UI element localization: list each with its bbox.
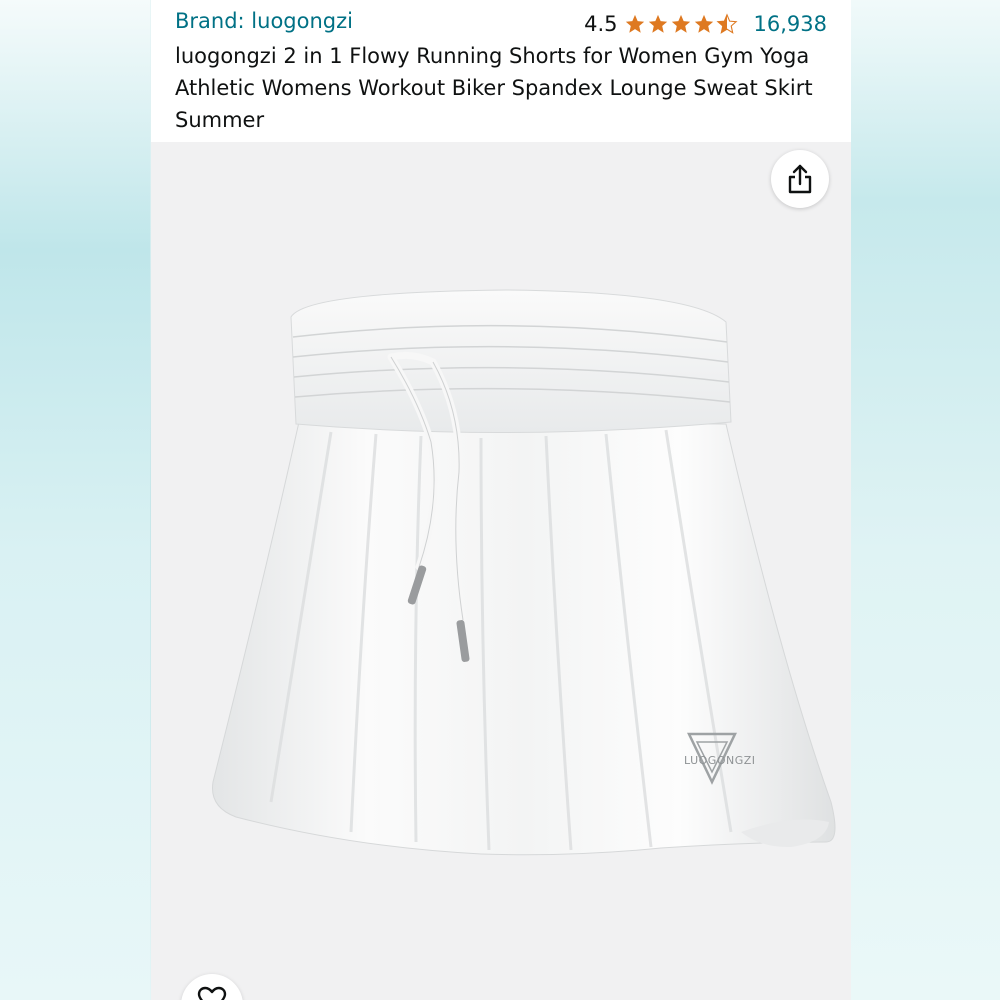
rating-summary[interactable]: 4.5 16,938 <box>584 9 827 39</box>
review-count-link[interactable]: 16,938 <box>754 12 827 36</box>
share-icon <box>788 164 812 194</box>
share-button[interactable] <box>771 150 829 208</box>
star-full-icon <box>648 14 667 33</box>
heart-icon <box>197 986 227 1000</box>
product-screen: Brand: luogongzi 4.5 16,938 luogongzi 2 … <box>151 0 851 1000</box>
star-full-icon <box>625 14 644 33</box>
product-header: Brand: luogongzi 4.5 16,938 luogongzi 2 … <box>151 0 851 142</box>
logo-text: LUOGONGZI <box>684 754 756 767</box>
rating-stars <box>624 13 738 35</box>
brand-link[interactable]: Brand: luogongzi <box>175 9 353 33</box>
product-image: LUOGONGZI <box>211 289 836 856</box>
background-right <box>850 0 1000 1000</box>
background-left <box>0 0 150 1000</box>
rating-value: 4.5 <box>584 12 618 36</box>
star-full-icon <box>694 14 713 33</box>
star-full-icon <box>671 14 690 33</box>
star-half-icon <box>716 13 738 34</box>
product-title: luogongzi 2 in 1 Flowy Running Shorts fo… <box>175 44 813 132</box>
product-image-gallery[interactable]: LUOGONGZI <box>151 142 851 1000</box>
